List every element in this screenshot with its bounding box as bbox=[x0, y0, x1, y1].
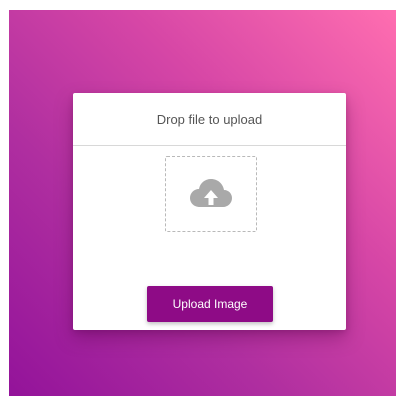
file-drop-zone[interactable] bbox=[165, 156, 257, 232]
upload-image-button[interactable]: Upload Image bbox=[147, 286, 273, 322]
cloud-upload-icon bbox=[190, 179, 232, 207]
upload-card-title: Drop file to upload bbox=[73, 93, 346, 146]
gradient-background: Drop file to upload Upload Image bbox=[9, 10, 396, 396]
upload-card: Drop file to upload Upload Image bbox=[73, 93, 346, 330]
